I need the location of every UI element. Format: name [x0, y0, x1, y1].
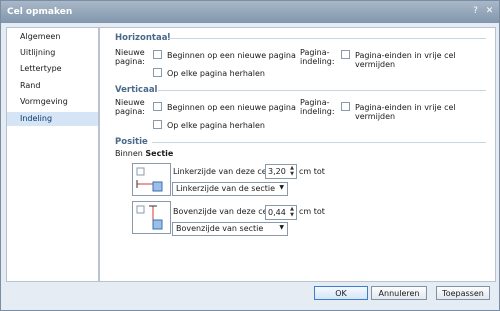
spinner-arrows-icon[interactable]: ▲ ▼	[289, 206, 295, 219]
divider	[152, 142, 486, 143]
title-bar: Cel opmaken ? ✕	[1, 1, 499, 23]
left-offset-spinner[interactable]: 3,20 ▲ ▼	[265, 164, 297, 179]
sidebar-item-rand[interactable]: Rand	[7, 79, 98, 93]
within-prefix: Binnen	[115, 149, 143, 158]
top-offset-label: Bovenzijde van deze cel is	[173, 207, 279, 216]
top-reference-value: Bovenzijde van sectie	[176, 224, 264, 233]
sidebar-item-algemeen[interactable]: Algemeen	[7, 30, 98, 44]
left-offset-unit: cm tot	[299, 167, 325, 176]
horizontal-repeat-checkbox[interactable]	[153, 68, 162, 77]
left-offset-value: 3,20	[268, 167, 286, 176]
top-position-graphic	[136, 205, 163, 230]
sidebar-item-lettertype[interactable]: Lettertype	[7, 62, 98, 76]
horizontal-page-layout-label: Pagina-indeling:	[300, 48, 335, 66]
vertical-repeat-checkbox[interactable]	[153, 120, 162, 129]
divider	[158, 90, 486, 91]
vertical-new-page-label: Nieuwe pagina:	[115, 98, 145, 116]
left-position-diagram	[132, 163, 171, 196]
cancel-button[interactable]: Annuleren	[371, 286, 427, 300]
position-heading: Positie	[115, 137, 148, 147]
top-offset-value: 0,44	[268, 208, 286, 217]
settings-panel: Horizontaal Nieuwe pagina: Beginnen op e…	[99, 27, 496, 282]
sidebar-item-uitlijning[interactable]: Uitlijning	[7, 46, 98, 60]
horizontal-new-page-text: Beginnen op een nieuwe pagina	[167, 51, 296, 60]
vertical-new-page-checkbox[interactable]	[153, 102, 162, 111]
top-position-diagram	[132, 201, 171, 234]
vertical-repeat-text: Op elke pagina herhalen	[167, 121, 265, 130]
apply-button[interactable]: Toepassen	[436, 286, 490, 300]
spinner-arrows-icon[interactable]: ▲ ▼	[289, 165, 295, 178]
close-icon[interactable]: ✕	[484, 6, 495, 17]
left-position-graphic	[136, 167, 163, 192]
horizontal-new-page-checkbox[interactable]	[153, 50, 162, 59]
help-icon[interactable]: ?	[470, 6, 481, 17]
horizontal-heading: Horizontaal	[115, 33, 171, 43]
chevron-down-icon: ▼	[279, 184, 284, 191]
divider	[168, 38, 486, 39]
horizontal-new-page-label: Nieuwe pagina:	[115, 48, 145, 66]
vertical-page-breaks-checkbox[interactable]	[341, 102, 350, 111]
ok-button[interactable]: OK	[314, 286, 368, 300]
left-reference-value: Linkerzijde van de sectie	[176, 184, 276, 193]
within-label: Binnen Sectie	[115, 149, 173, 158]
within-target: Sectie	[145, 149, 174, 158]
vertical-page-breaks-text: Pagina-einden in vrije cel vermijden	[355, 103, 456, 121]
category-list: Algemeen Uitlijning Lettertype Rand Vorm…	[6, 27, 99, 282]
top-reference-select[interactable]: Bovenzijde van sectie ▼	[172, 222, 288, 236]
vertical-new-page-text: Beginnen op een nieuwe pagina	[167, 103, 296, 112]
chevron-down-icon: ▼	[279, 224, 284, 231]
top-offset-unit: cm tot	[299, 207, 325, 216]
horizontal-page-breaks-checkbox[interactable]	[341, 50, 350, 59]
top-offset-spinner[interactable]: 0,44 ▲ ▼	[265, 205, 297, 220]
vertical-page-layout-label: Pagina-indeling:	[300, 98, 335, 116]
sidebar-item-vormgeving[interactable]: Vormgeving	[7, 95, 98, 109]
vertical-heading: Verticaal	[115, 85, 158, 95]
horizontal-repeat-text: Op elke pagina herhalen	[167, 69, 265, 78]
left-reference-select[interactable]: Linkerzijde van de sectie ▼	[172, 182, 288, 196]
horizontal-page-breaks-text: Pagina-einden in vrije cel vermijden	[355, 51, 456, 69]
dialog-title: Cel opmaken	[7, 7, 73, 17]
left-offset-label: Linkerzijde van deze cel is	[173, 167, 278, 176]
dialog-window: Cel opmaken ? ✕ Algemeen Uitlijning Lett…	[0, 0, 500, 311]
sidebar-item-indeling[interactable]: Indeling	[7, 112, 98, 126]
